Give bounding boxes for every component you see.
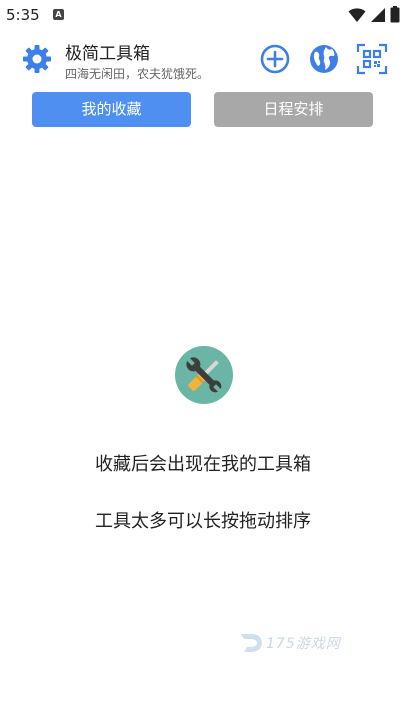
scan-button[interactable] — [356, 43, 388, 75]
globe-icon — [310, 45, 338, 73]
app-subtitle: 四海无闲田，农夫犹饿死。 — [65, 67, 210, 81]
add-button[interactable] — [259, 43, 291, 75]
tab-schedule[interactable]: 日程安排 — [214, 92, 373, 127]
gear-icon — [23, 45, 51, 73]
screen: 5:35 A 极简工具箱 四海无闲田，农夫犹饿死。 我的收藏 日程安排 收藏后会… — [0, 0, 406, 720]
watermark-logo-icon — [241, 634, 262, 652]
notification-icon: A — [53, 9, 64, 20]
plus-circle-icon — [260, 44, 290, 74]
empty-hint-1: 收藏后会出现在我的工具箱 — [95, 454, 311, 475]
watermark: 175游戏网 — [238, 630, 341, 656]
qr-scan-icon — [356, 43, 388, 75]
empty-hint-2: 工具太多可以长按拖动排序 — [95, 511, 311, 532]
app-header: 极简工具箱 四海无闲田，农夫犹饿死。 — [0, 36, 406, 84]
status-bar: 5:35 A — [0, 0, 406, 30]
signal-icon — [371, 7, 385, 22]
app-title: 极简工具箱 — [65, 44, 150, 64]
tools-icon — [175, 346, 233, 404]
status-time: 5:35 — [6, 6, 40, 24]
watermark-text: 175游戏网 — [266, 636, 341, 652]
battery-icon — [390, 6, 400, 23]
status-icons — [348, 6, 400, 23]
tab-favorites[interactable]: 我的收藏 — [32, 92, 191, 127]
wifi-icon — [348, 7, 366, 22]
settings-button[interactable] — [22, 44, 52, 74]
browser-button[interactable] — [308, 43, 340, 75]
